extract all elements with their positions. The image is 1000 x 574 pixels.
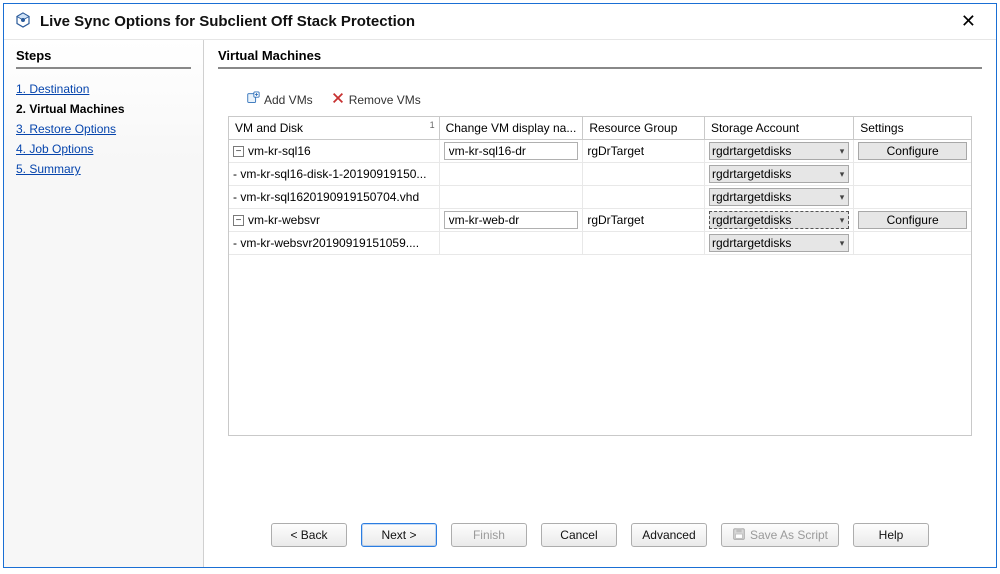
dialog-body: Steps 1. Destination 2. Virtual Machines… bbox=[4, 40, 996, 567]
next-button[interactable]: Next > bbox=[361, 523, 437, 547]
chevron-down-icon: ▾ bbox=[838, 169, 847, 180]
disk-cell: - vm-kr-sql1620190919150704.vhd bbox=[229, 186, 439, 209]
help-button[interactable]: Help bbox=[853, 523, 929, 547]
dialog-footer: < Back Next > Finish Cancel Advanced Sav… bbox=[218, 515, 982, 557]
table-row[interactable]: - vm-kr-sql1620190919150704.vhd rgdrtarg… bbox=[229, 186, 971, 209]
step-destination[interactable]: 1. Destination bbox=[16, 79, 191, 99]
sort-icon: 1 bbox=[430, 120, 435, 130]
table-row[interactable]: - vm-kr-websvr20190919151059.... rgdrtar… bbox=[229, 232, 971, 255]
add-vms-button[interactable]: Add VMs bbox=[246, 91, 313, 108]
display-name-input[interactable] bbox=[444, 211, 579, 229]
vm-cell[interactable]: −vm-kr-sql16 bbox=[229, 140, 439, 163]
steps-list: 1. Destination 2. Virtual Machines 3. Re… bbox=[16, 79, 191, 179]
save-as-script-button: Save As Script bbox=[721, 523, 839, 547]
steps-heading: Steps bbox=[16, 48, 191, 69]
chevron-down-icon: ▾ bbox=[838, 192, 847, 203]
storage-account-select[interactable]: rgdrtargetdisks▾ bbox=[709, 234, 849, 252]
chevron-down-icon: ▾ bbox=[838, 146, 847, 157]
table-row[interactable]: −vm-kr-websvr rgDrTarget rgdrtargetdisks… bbox=[229, 209, 971, 232]
remove-icon bbox=[331, 91, 345, 108]
col-resource-group[interactable]: Resource Group bbox=[583, 117, 705, 140]
remove-vms-label: Remove VMs bbox=[349, 93, 421, 107]
vm-cell[interactable]: −vm-kr-websvr bbox=[229, 209, 439, 232]
close-icon[interactable]: ✕ bbox=[953, 9, 984, 34]
vm-toolbar: Add VMs Remove VMs bbox=[228, 85, 972, 116]
titlebar: Live Sync Options for Subclient Off Stac… bbox=[4, 4, 996, 40]
storage-account-select[interactable]: rgdrtargetdisks▾ bbox=[709, 188, 849, 206]
collapse-icon[interactable]: − bbox=[233, 146, 244, 157]
chevron-down-icon: ▾ bbox=[838, 238, 847, 249]
collapse-icon[interactable]: − bbox=[233, 215, 244, 226]
step-restore-options[interactable]: 3. Restore Options bbox=[16, 119, 191, 139]
dialog-window: Live Sync Options for Subclient Off Stac… bbox=[3, 3, 997, 568]
col-settings[interactable]: Settings bbox=[854, 117, 971, 140]
resource-group-cell: rgDrTarget bbox=[583, 209, 705, 232]
main-heading: Virtual Machines bbox=[218, 48, 982, 69]
add-icon bbox=[246, 91, 260, 108]
resource-group-cell: rgDrTarget bbox=[583, 140, 705, 163]
col-storage-account[interactable]: Storage Account bbox=[704, 117, 853, 140]
step-summary[interactable]: 5. Summary bbox=[16, 159, 191, 179]
step-job-options[interactable]: 4. Job Options bbox=[16, 139, 191, 159]
back-button[interactable]: < Back bbox=[271, 523, 347, 547]
table-row[interactable]: −vm-kr-sql16 rgDrTarget rgdrtargetdisks▾… bbox=[229, 140, 971, 163]
finish-button: Finish bbox=[451, 523, 527, 547]
storage-account-select[interactable]: rgdrtargetdisks▾ bbox=[709, 211, 849, 229]
storage-account-select[interactable]: rgdrtargetdisks▾ bbox=[709, 165, 849, 183]
col-display-name[interactable]: Change VM display na... bbox=[439, 117, 583, 140]
vm-grid: VM and Disk1 Change VM display na... Res… bbox=[228, 116, 972, 436]
add-vms-label: Add VMs bbox=[264, 93, 313, 107]
configure-button[interactable]: Configure bbox=[858, 142, 967, 160]
storage-account-select[interactable]: rgdrtargetdisks▾ bbox=[709, 142, 849, 160]
table-row[interactable]: - vm-kr-sql16-disk-1-20190919150... rgdr… bbox=[229, 163, 971, 186]
content-area: Add VMs Remove VMs bbox=[218, 85, 982, 515]
display-name-input[interactable] bbox=[444, 142, 579, 160]
app-icon bbox=[14, 11, 32, 32]
advanced-button[interactable]: Advanced bbox=[631, 523, 707, 547]
configure-button[interactable]: Configure bbox=[858, 211, 967, 229]
step-virtual-machines[interactable]: 2. Virtual Machines bbox=[16, 99, 191, 119]
disk-cell: - vm-kr-websvr20190919151059.... bbox=[229, 232, 439, 255]
save-icon bbox=[732, 527, 746, 544]
steps-sidebar: Steps 1. Destination 2. Virtual Machines… bbox=[4, 40, 204, 567]
disk-cell: - vm-kr-sql16-disk-1-20190919150... bbox=[229, 163, 439, 186]
remove-vms-button[interactable]: Remove VMs bbox=[331, 91, 421, 108]
window-title: Live Sync Options for Subclient Off Stac… bbox=[40, 13, 953, 30]
main-panel: Virtual Machines Add VMs Remove VMs bbox=[204, 40, 996, 567]
col-vm-and-disk[interactable]: VM and Disk1 bbox=[229, 117, 439, 140]
chevron-down-icon: ▾ bbox=[838, 215, 847, 226]
cancel-button[interactable]: Cancel bbox=[541, 523, 617, 547]
